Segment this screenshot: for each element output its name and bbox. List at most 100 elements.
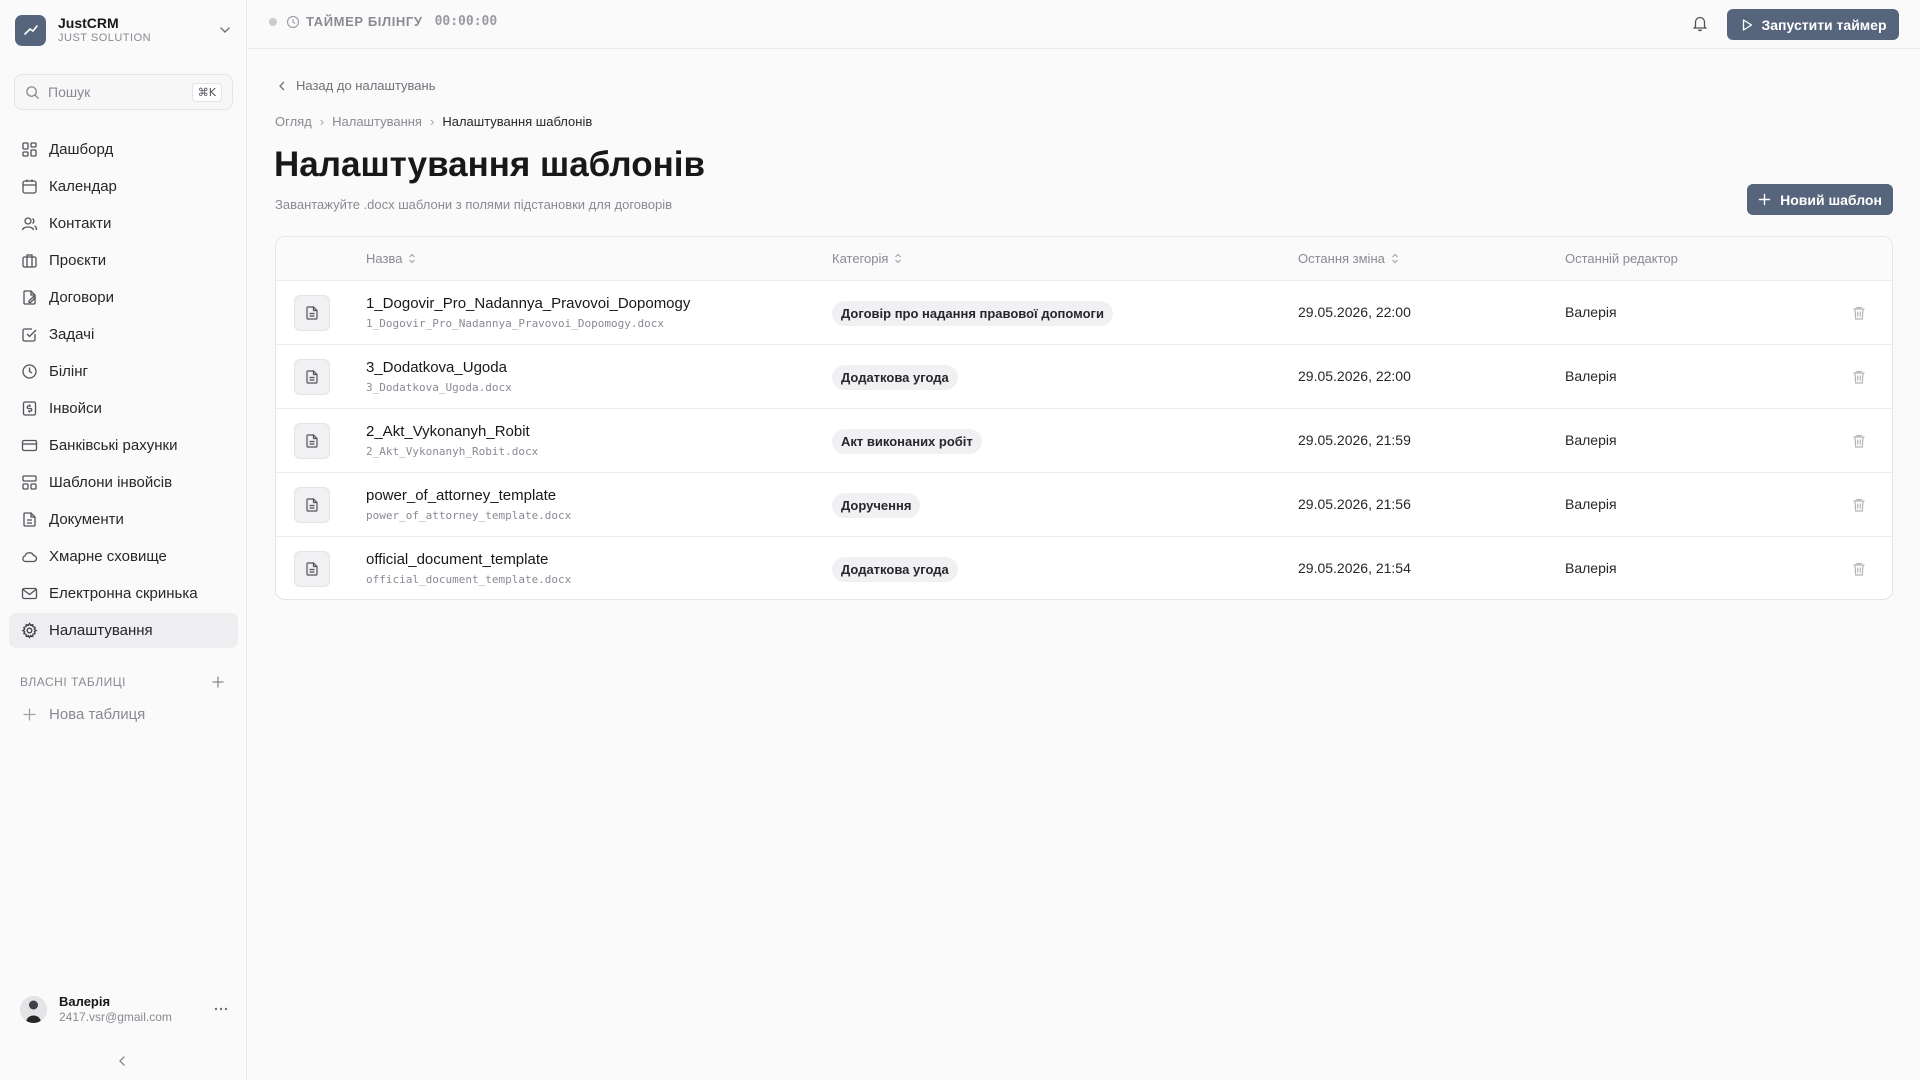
search-input[interactable]: Пошук ⌘K [14,74,233,110]
new-template-button[interactable]: Новий шаблон [1747,184,1893,215]
mail-icon [21,585,38,602]
chevron-left-icon [276,80,296,92]
trash-icon[interactable] [1851,305,1867,321]
user-menu[interactable]: Валерія 2417.vsr@gmail.com [20,992,230,1026]
app-subtitle: JUST SOLUTION [58,32,152,44]
timer-clock-icon [286,15,300,29]
sidebar-item-label: Договори [49,289,115,306]
sidebar-item-label: Документи [49,511,124,528]
category-badge: Доручення [832,493,921,518]
sidebar-item-projects[interactable]: Проєкти [9,243,238,278]
table-row[interactable]: 2_Akt_Vykonanyh_Robit 2_Akt_Vykonanyh_Ro… [276,409,1892,473]
sort-icon [402,253,416,264]
breadcrumb-separator-icon: › [429,114,435,129]
app-name: JustCRM [58,15,119,31]
new-template-label: Новий шаблон [1780,191,1882,208]
start-timer-button[interactable]: Запустити таймер [1727,9,1899,40]
file-document-icon [294,359,330,395]
table-row[interactable]: power_of_attorney_template power_of_atto… [276,473,1892,537]
document-icon [21,511,38,528]
sidebar-item-settings[interactable]: Налаштування [9,613,238,648]
sidebar-item-invoice-templates[interactable]: Шаблони інвойсів [9,465,238,500]
contract-icon [21,289,38,306]
more-horizontal-icon[interactable] [212,1000,230,1018]
page-subtitle: Завантажуйте .docx шаблони з полями підс… [275,197,673,212]
breadcrumb-settings[interactable]: Налаштування [332,114,422,129]
category-badge: Договір про надання правової допомоги [832,301,1113,326]
sidebar-item-label: Задачі [49,326,95,343]
invoice-icon [21,400,38,417]
category-badge: Акт виконаних робіт [832,429,982,454]
timer-status-dot [269,17,277,26]
sidebar-item-label: Контакти [49,215,112,232]
custom-tables-header: ВЛАСНІ ТАБЛИЦІ [20,673,225,691]
sidebar-item-label: Банківські рахунки [49,437,178,454]
column-header-category[interactable]: Категорія [832,251,902,266]
sidebar-item-label: Електронна скринька [49,585,198,602]
sidebar-item-tasks[interactable]: Задачі [9,317,238,352]
template-name: official_document_template [366,551,549,568]
last-editor: Валерія [1565,304,1617,320]
sidebar-item-label: Шаблони інвойсів [49,474,173,491]
file-document-icon [294,551,330,587]
timer-value: 00:00:00 [434,14,498,29]
trash-icon[interactable] [1851,561,1867,577]
table-row[interactable]: official_document_template official_docu… [276,537,1892,599]
search-icon [25,85,40,100]
modified-date: 29.05.2026, 22:00 [1298,368,1411,384]
sidebar-item-documents[interactable]: Документи [9,502,238,537]
sort-icon [888,253,902,264]
column-header-modified[interactable]: Остання зміна [1298,251,1399,266]
table-row[interactable]: 3_Dodatkova_Ugoda 3_Dodatkova_Ugoda.docx… [276,345,1892,409]
sidebar-item-cloud-storage[interactable]: Хмарне сховище [9,539,238,574]
category-badge: Додаткова угода [832,557,958,582]
trash-icon[interactable] [1851,369,1867,385]
table-row[interactable]: 1_Dogovir_Pro_Nadannya_Pravovoi_Dopomogy… [276,281,1892,345]
sidebar-item-invoices[interactable]: Інвойси [9,391,238,426]
sidebar-item-mailbox[interactable]: Електронна скринька [9,576,238,611]
cloud-icon [21,548,38,565]
calendar-icon [21,178,38,195]
sidebar-item-contracts[interactable]: Договори [9,280,238,315]
workspace-switcher[interactable]: JustCRM JUST SOLUTION [15,13,233,47]
modified-date: 29.05.2026, 21:56 [1298,496,1411,512]
add-table-plus-icon[interactable] [211,675,225,689]
sidebar-nav: Дашборд Календар Контакти Проєкти Догово… [9,132,238,650]
page-title: Налаштування шаблонів [274,145,705,184]
trash-icon[interactable] [1851,497,1867,513]
breadcrumb-overview[interactable]: Огляд [275,114,312,129]
user-email: 2417.vsr@gmail.com [59,1010,172,1024]
sidebar-item-dashboard[interactable]: Дашборд [9,132,238,167]
back-to-settings-link[interactable]: Назад до налаштувань [276,78,435,93]
sidebar-item-label: Проєкти [49,252,107,269]
template-filename: 3_Dodatkova_Ugoda.docx [366,381,512,394]
breadcrumb: Огляд › Налаштування › Налаштування шабл… [275,114,592,129]
sidebar-item-label: Хмарне сховище [49,548,167,565]
sidebar-item-label: Налаштування [49,622,153,639]
last-editor: Валерія [1565,560,1617,576]
category-badge: Додаткова угода [832,365,958,390]
play-icon [1740,18,1762,32]
sidebar-item-label: Інвойси [49,400,102,417]
sidebar-item-calendar[interactable]: Календар [9,169,238,204]
notification-bell-icon[interactable] [1691,14,1709,32]
modified-date: 29.05.2026, 21:54 [1298,560,1411,576]
column-header-name[interactable]: Назва [366,251,416,266]
new-table-button[interactable]: Нова таблиця [21,704,145,724]
collapse-sidebar-icon[interactable] [114,1053,130,1069]
sidebar-item-bank-accounts[interactable]: Банківські рахунки [9,428,238,463]
start-timer-label: Запустити таймер [1761,16,1887,33]
back-link-label: Назад до налаштувань [296,78,436,93]
sort-icon [1385,253,1399,264]
gear-icon [21,622,38,639]
trash-icon[interactable] [1851,433,1867,449]
sidebar-item-contacts[interactable]: Контакти [9,206,238,241]
template-filename: official_document_template.docx [366,573,572,586]
column-label: Останній редактор [1565,251,1678,266]
column-label: Назва [366,251,403,266]
column-label: Категорія [832,251,889,266]
template-filename: 1_Dogovir_Pro_Nadannya_Pravovoi_Dopomogy… [366,317,665,330]
file-document-icon [294,295,330,331]
sidebar-item-billing[interactable]: Білінг [9,354,238,389]
sidebar-item-label: Дашборд [49,141,114,158]
